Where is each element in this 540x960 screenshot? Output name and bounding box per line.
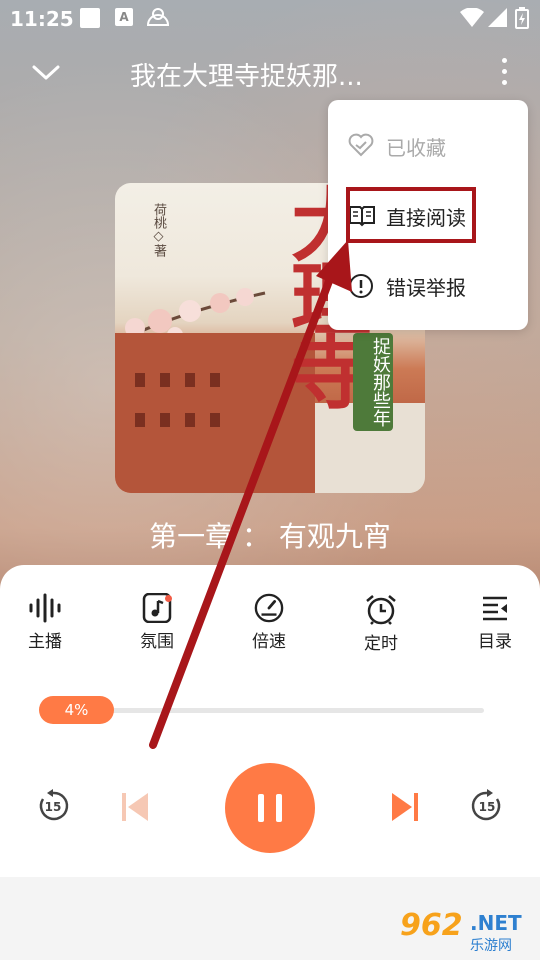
ambience-button[interactable]: 氛围 (122, 593, 192, 652)
dot (501, 58, 507, 63)
dot (501, 69, 507, 74)
notification-square-icon (80, 8, 100, 28)
speed-button[interactable]: 倍速 (234, 593, 304, 652)
cover-window (135, 373, 145, 387)
chapter-title: 第一章 ： 有观九宵 (149, 520, 391, 553)
site-watermark: 962 .NET 乐游网 (400, 908, 535, 956)
cover-window (160, 413, 170, 427)
function-label: 主播 (28, 632, 62, 652)
heart-check-icon (348, 133, 374, 157)
voice-wave-icon (29, 593, 61, 623)
cover-window (135, 413, 145, 427)
cover-window (185, 413, 195, 427)
function-label: 目录 (478, 632, 512, 652)
function-row: 主播 氛围 倍速 定时 目录 (0, 593, 540, 663)
rewind-15-icon[interactable]: 15 (36, 789, 70, 823)
android-robot-icon (146, 8, 170, 26)
menu-item-report-error[interactable]: 错误举报 (328, 255, 528, 315)
status-bar: 11:25 A (0, 0, 540, 36)
function-label: 倍速 (252, 632, 286, 652)
menu-label: 已收藏 (386, 136, 446, 160)
playback-controls: 15 15 (0, 763, 540, 853)
exclamation-circle-icon (349, 274, 373, 298)
pause-bar (258, 794, 264, 822)
cover-window (210, 373, 220, 387)
function-label: 氛围 (140, 632, 174, 652)
menu-item-favorited[interactable]: 已收藏 (328, 115, 528, 175)
cover-window (160, 373, 170, 387)
next-track-icon[interactable] (390, 791, 420, 823)
narrator-button[interactable]: 主播 (10, 593, 80, 652)
book-title: 我在大理寺捉妖那... (130, 62, 363, 92)
pause-bar (276, 794, 282, 822)
watermark-site-name: 乐游网 (470, 938, 512, 954)
cover-author: 荷桃◇著 (151, 203, 166, 257)
pause-button[interactable] (225, 763, 315, 853)
signal-icon (488, 8, 507, 27)
status-time: 11:25 (10, 7, 74, 31)
dot (501, 80, 507, 85)
speed-gauge-icon (254, 593, 284, 623)
watermark-domain: .NET (470, 911, 522, 935)
alarm-clock-icon (366, 595, 396, 625)
chevron-down-icon[interactable] (28, 54, 64, 90)
cover-subtitle: 捉妖那些年 (353, 333, 393, 431)
timer-button[interactable]: 定时 (346, 593, 416, 654)
annotation-highlight-box (346, 187, 476, 243)
app-notification-icon: A (115, 8, 133, 26)
wifi-icon (460, 8, 484, 27)
menu-label: 错误举报 (386, 276, 466, 300)
forward-seconds: 15 (479, 800, 496, 814)
list-icon (483, 596, 507, 621)
more-options-button[interactable] (492, 52, 516, 92)
battery-icon (515, 7, 529, 29)
player-header: 我在大理寺捉妖那... (0, 40, 540, 100)
player-control-panel: 主播 氛围 倍速 定时 目录 4% 15 15 (0, 565, 540, 877)
previous-track-icon[interactable] (120, 791, 150, 823)
progress-thumb[interactable]: 4% (39, 696, 114, 724)
function-label: 定时 (364, 634, 398, 654)
watermark-number: 962 (400, 908, 463, 943)
catalog-button[interactable]: 目录 (460, 593, 530, 652)
cover-window (185, 373, 195, 387)
cover-window (210, 413, 220, 427)
rewind-seconds: 15 (45, 800, 62, 814)
new-indicator-dot (165, 595, 172, 602)
forward-15-icon[interactable]: 15 (470, 789, 504, 823)
